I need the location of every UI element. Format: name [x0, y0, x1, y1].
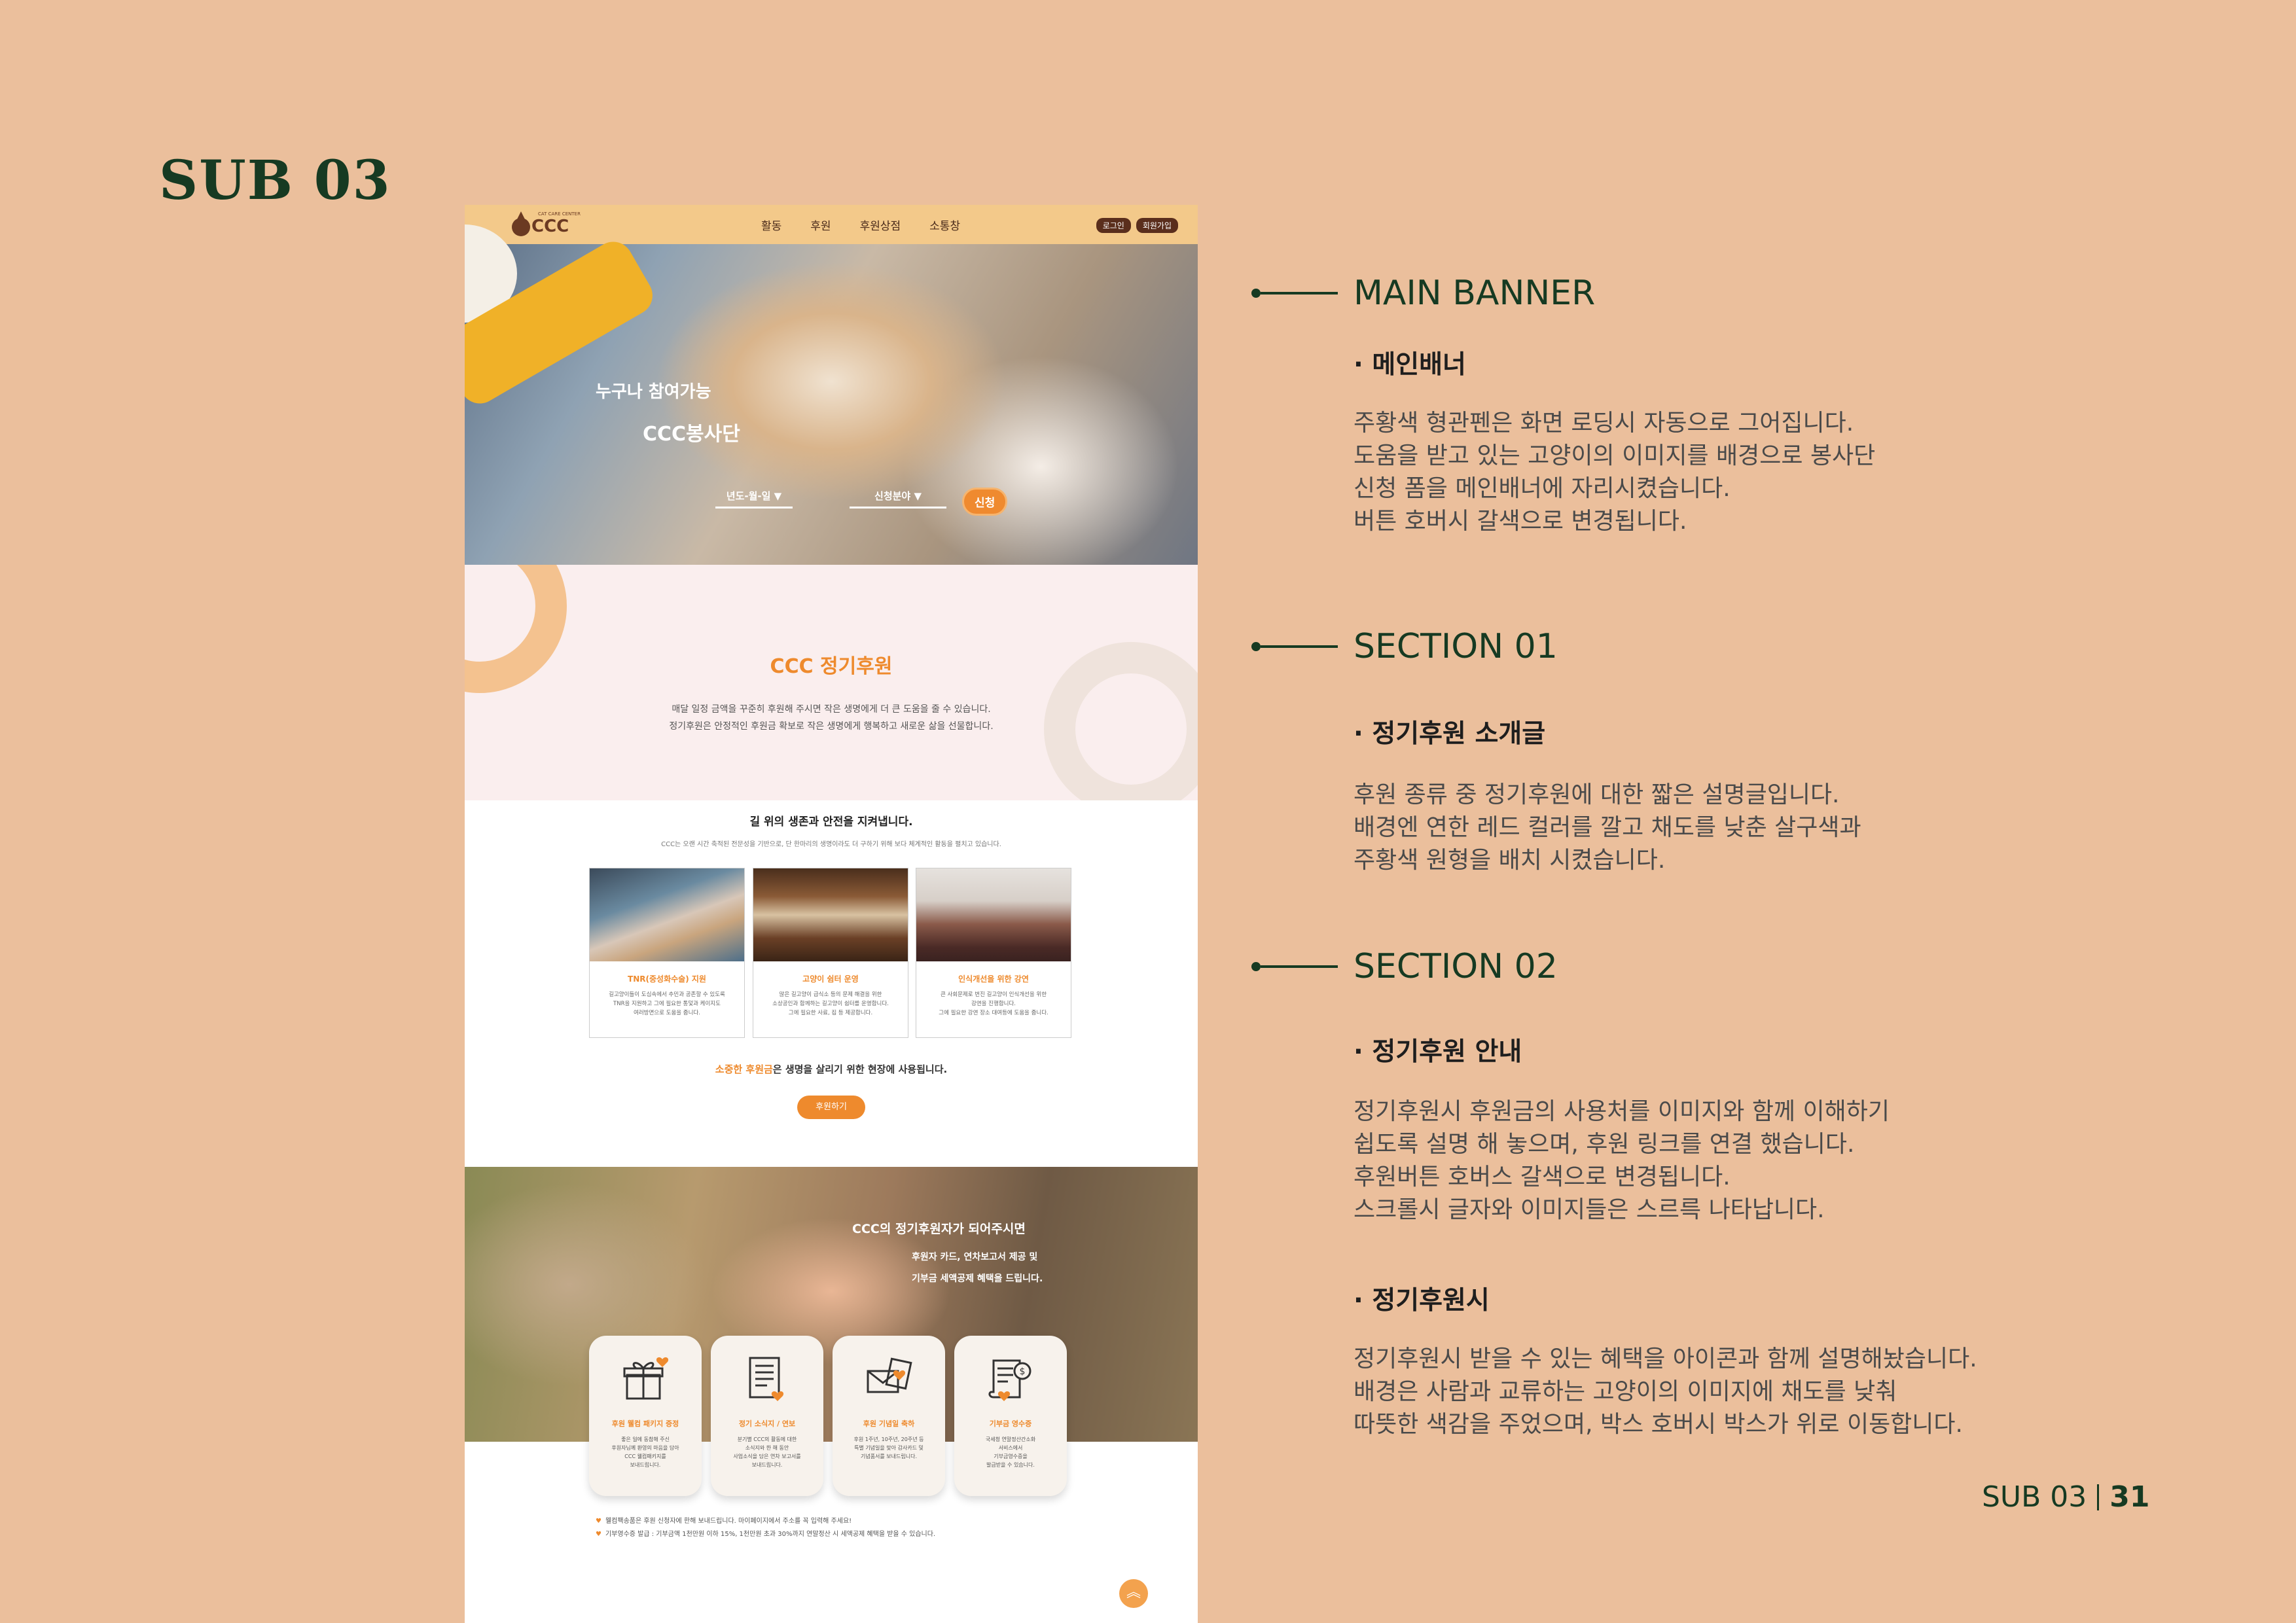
- gift-box-icon: [623, 1357, 669, 1400]
- card-description: 길고양이들이 도심속에서 추민과 공존할 수 있도록 TNR을 지원하고 그에 …: [609, 991, 725, 1016]
- section-regular-donation-intro: CCC 정기후원 매달 일정 금액을 꾸준히 후원해 주시면 작은 생명에게 더…: [465, 565, 1198, 800]
- section-heading-section-01: SECTION 01: [1251, 627, 1558, 666]
- nav-item-activity[interactable]: 활동: [761, 217, 781, 233]
- bullet-dot: [1251, 289, 1261, 298]
- heart-icon: ♥: [596, 1518, 601, 1525]
- page-heading: SUB 03: [159, 149, 391, 212]
- nav-item-community[interactable]: 소통창: [929, 217, 960, 233]
- section-donation-usage: 길 위의 생존과 안전을 지켜냅니다. CCC는 오랜 시간 축적된 전문성을 …: [465, 800, 1198, 1167]
- section-heading-main-banner: MAIN BANNER: [1251, 274, 1595, 313]
- donation-usage-line: 소중한 후원금은 생명을 살리기 위한 현장에 사용됩니다.: [465, 1062, 1198, 1076]
- heart-icon: ♥: [596, 1531, 601, 1538]
- bullet-line: [1261, 292, 1338, 294]
- section1-title: CCC 정기후원: [770, 655, 893, 678]
- section-donor-benefits: CCC의 정기후원자가 되어주시면 후원자 카드, 연차보고서 제공 및 기부금…: [465, 1167, 1198, 1623]
- banner-title-line1: 누구나 참여가능: [596, 382, 711, 402]
- card-description: 큰 사회문제로 번진 길고양이 인식개선을 위한 강연을 진행합니다. 그에 필…: [939, 991, 1049, 1016]
- signup-button[interactable]: 회원가입: [1136, 218, 1178, 233]
- benefit-card-anniversary[interactable]: 후원 기념일 축하 후원 1주년, 10주년, 20주년 등 특별 기념일을 맞…: [833, 1336, 945, 1496]
- svg-text:$: $: [1020, 1366, 1026, 1377]
- lecture-photo: [916, 868, 1071, 961]
- description-section-02-benefits: 정기후원시 받을 수 있는 혜택을 아이콘과 함께 설명해놨습니다. 배경은 사…: [1354, 1346, 1977, 1438]
- nav-item-shop[interactable]: 후원상점: [860, 217, 901, 233]
- benefit-title: 후원 기념일 축하: [863, 1419, 915, 1428]
- usage-card-tnr[interactable]: TNR(중성화수술) 지원 길고양이들이 도심속에서 추민과 공존할 수 있도록…: [589, 868, 745, 1038]
- card-title: TNR(중성화수술) 지원: [628, 974, 706, 984]
- benefit-description: 분기별 CCC의 활동에 대한 소식지와 한 해 동안 사업소식을 담은 연차 …: [733, 1436, 801, 1468]
- bullet-dot: [1251, 642, 1261, 651]
- note-line: ♥ 기부영수증 발급 : 기부금액 1천만원 이하 15%, 1천만원 초과 30…: [596, 1531, 936, 1538]
- note-line: ♥ 웰컴팩송품은 후원 신청자에 한해 보내드립니다. 마이페이지에서 주소를 꼭…: [596, 1518, 852, 1525]
- benefit-card-welcome-package[interactable]: 후원 웰컴 패키지 증정 좋은 일에 동참해 주신 후원자님께 환영의 마음을 …: [589, 1336, 702, 1496]
- benefits-line2: 기부금 세액공제 혜택을 드립니다.: [912, 1274, 1043, 1284]
- page-label: SUB 03: [1982, 1480, 2087, 1514]
- heading-label: MAIN BANNER: [1354, 274, 1596, 313]
- subhead-section-01: · 정기후원 소개글: [1354, 719, 1546, 749]
- section-heading-section-02: SECTION 02: [1251, 947, 1558, 986]
- nav-item-support[interactable]: 후원: [810, 217, 831, 233]
- subhead-section-02-guide: · 정기후원 안내: [1354, 1037, 1522, 1067]
- usage-card-shelter[interactable]: 고양이 쉼터 운영 많은 길고양이 급식소 등의 문제 해결을 위한 소상공인과…: [753, 868, 908, 1038]
- bullet-line: [1261, 645, 1338, 648]
- separator: [2097, 1484, 2100, 1510]
- card-title: 고양이 쉼터 운영: [802, 974, 859, 984]
- section1-text-line1: 매달 일정 금액을 꾸준히 후원해 주시면 작은 생명에게 더 큰 도움을 줄 …: [672, 704, 991, 715]
- benefits-title: CCC의 정기후원자가 되어주시면: [852, 1222, 1026, 1236]
- card-title: 인식개선을 위한 강연: [958, 974, 1029, 984]
- description-main-banner: 주황색 형관펜은 화면 로딩시 자동으로 그어집니다. 도움을 받고 있는 고양…: [1354, 410, 1876, 535]
- top-navigation-bar: CAT CARE CENTER CCC 활동 후원 후원상점 소통창 로그인 회…: [465, 205, 1198, 244]
- cat-with-hands-photo: [465, 1167, 1198, 1442]
- main-nav: 활동 후원 후원상점 소통창: [761, 217, 960, 233]
- benefit-title: 후원 웰컴 패키지 증정: [611, 1419, 679, 1428]
- card-description: 많은 길고양이 급식소 등의 문제 해결을 위한 소상공인과 함께하는 길고양이…: [772, 991, 889, 1016]
- login-button[interactable]: 로그인: [1096, 218, 1131, 233]
- banner-title-line2: CCC봉사단: [637, 418, 755, 446]
- subhead-main-banner: · 메인배너: [1354, 350, 1466, 380]
- line-text: 은 생명을 살리기 위한 현장에 사용됩니다.: [772, 1063, 948, 1075]
- benefit-description: 후원 1주년, 10주년, 20주년 등 특별 기념일을 맞아 감사카드 및 기…: [853, 1436, 924, 1459]
- website-mockup: CAT CARE CENTER CCC 활동 후원 후원상점 소통창 로그인 회…: [465, 205, 1198, 1623]
- highlight-text: 소중한 후원금: [715, 1063, 773, 1075]
- logo[interactable]: CAT CARE CENTER CCC: [512, 211, 584, 239]
- shelter-photo: [753, 868, 908, 961]
- section2-title: 길 위의 생존과 안전을 지켜냅니다.: [749, 815, 913, 829]
- bullet-dot: [1251, 962, 1261, 971]
- main-banner: 누구나 참여가능 CCC봉사단 년도-월-일 ▼ 신청분야 ▼ 신청: [465, 224, 1198, 565]
- donate-button[interactable]: 후원하기: [797, 1096, 865, 1119]
- apply-button[interactable]: 신청: [962, 488, 1008, 516]
- benefit-title: 정기 소식지 / 연보: [738, 1419, 796, 1428]
- section2-subtitle: CCC는 오랜 시간 축적된 전문성을 기반으로, 단 한마리의 생명이라도 더…: [661, 841, 1001, 848]
- page-number: SUB 03 31: [1982, 1480, 2150, 1514]
- heading-label: SECTION 02: [1354, 947, 1558, 986]
- section1-text-line2: 정기후원은 안정적인 후원금 확보로 작은 생명에게 행복하고 새로운 삶을 선…: [669, 721, 994, 732]
- banner-title-text: CCC봉사단: [643, 423, 740, 446]
- usage-card-lecture[interactable]: 인식개선을 위한 강연 큰 사회문제로 번진 길고양이 인식개선을 위한 강연을…: [916, 868, 1071, 1038]
- scroll-to-top-button[interactable]: ︽: [1119, 1579, 1148, 1608]
- page-number-value: 31: [2109, 1480, 2150, 1514]
- description-section-02-guide: 정기후원시 후원금의 사용처를 이미지와 함께 이해하기 쉽도록 설명 해 놓으…: [1354, 1098, 1890, 1223]
- date-select[interactable]: 년도-월-일 ▼: [715, 489, 793, 508]
- description-section-01: 후원 종류 중 정기후원에 대한 짧은 설명글입니다. 배경엔 연한 레드 컬러…: [1354, 781, 1861, 874]
- subhead-section-02-benefits: · 정기후원시: [1354, 1286, 1490, 1315]
- tnr-photo: [590, 868, 744, 961]
- benefit-description: 국세청 연말정산간소화 서비스에서 기부금영수증을 발급받을 수 있습니다.: [985, 1436, 1036, 1468]
- auth-buttons: 로그인 회원가입: [1096, 218, 1178, 233]
- logo-text: CCC: [531, 217, 569, 236]
- field-select[interactable]: 신청분야 ▼: [850, 489, 946, 508]
- receipt-coin-icon: $: [988, 1359, 1031, 1401]
- benefit-card-receipt[interactable]: $ 기부금 영수증 국세청 연말정산간소화 서비스에서 기부금영수증을 발급받을…: [954, 1336, 1067, 1496]
- heading-label: SECTION 01: [1354, 627, 1558, 666]
- benefits-line1: 후원자 카드, 연차보고서 제공 및: [912, 1252, 1038, 1262]
- benefit-description: 좋은 일에 동참해 주신 후원자님께 환영의 마음을 담아 CCC 웰컴패키지를…: [611, 1436, 679, 1468]
- cat-logo-icon: [512, 211, 530, 236]
- document-icon: [749, 1357, 784, 1401]
- benefit-title: 기부금 영수증: [989, 1419, 1032, 1428]
- bullet-line: [1261, 965, 1338, 968]
- envelope-heart-icon: [867, 1357, 912, 1393]
- logo-subtext: CAT CARE CENTER: [538, 211, 581, 217]
- benefit-card-newsletter[interactable]: 정기 소식지 / 연보 분기별 CCC의 활동에 대한 소식지와 한 해 동안 …: [711, 1336, 823, 1496]
